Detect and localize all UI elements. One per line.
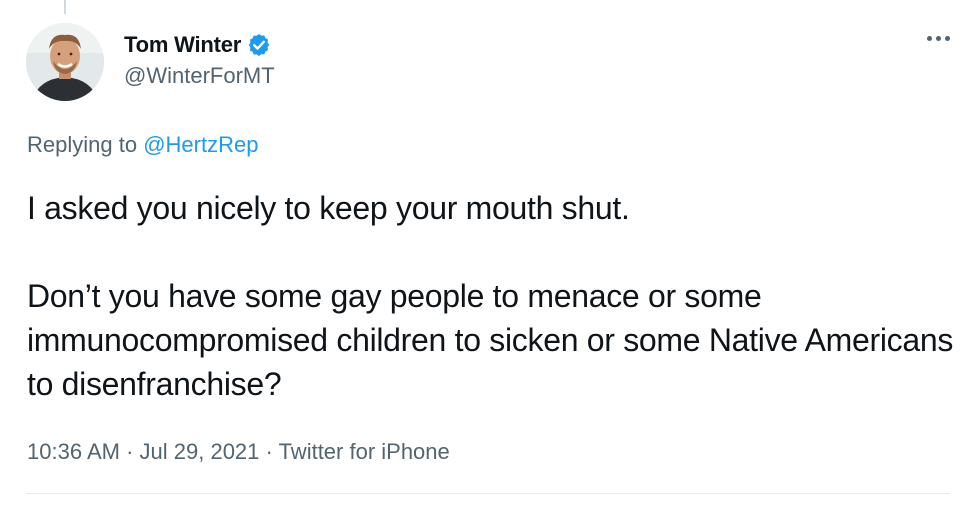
author-handle[interactable]: @WinterForMT — [124, 63, 275, 89]
tweet-paragraph: I asked you nicely to keep your mouth sh… — [27, 190, 630, 226]
more-dot — [927, 36, 932, 41]
more-options-icon[interactable] — [927, 36, 950, 41]
replying-to: Replying to @HertzRep — [27, 132, 258, 158]
tweet-meta: 10:36 AM · Jul 29, 2021 · Twitter for iP… — [27, 439, 450, 465]
tweet-time[interactable]: 10:36 AM — [27, 439, 120, 464]
author-block: Tom Winter @WinterForMT — [124, 30, 275, 89]
meta-separator: · — [265, 439, 273, 464]
tweet-paragraph: Don’t you have some gay people to menace… — [27, 278, 954, 402]
meta-separator: · — [126, 439, 134, 464]
more-dot — [945, 36, 950, 41]
tweet-date[interactable]: Jul 29, 2021 — [140, 439, 260, 464]
tweet-source[interactable]: Twitter for iPhone — [279, 439, 450, 464]
name-row: Tom Winter — [124, 30, 275, 60]
tweet: Tom Winter @WinterForMT Replying to @Her… — [0, 0, 980, 518]
replying-to-handle-link[interactable]: @HertzRep — [143, 132, 258, 157]
avatar[interactable] — [26, 23, 104, 101]
tweet-text: I asked you nicely to keep your mouth sh… — [27, 186, 957, 406]
more-dot — [936, 36, 941, 41]
author-name[interactable]: Tom Winter — [124, 32, 241, 58]
profile-photo — [26, 23, 104, 101]
divider — [26, 493, 950, 494]
thread-connector-line — [64, 0, 66, 14]
replying-prefix: Replying to — [27, 132, 138, 157]
verified-badge-icon — [246, 32, 272, 58]
